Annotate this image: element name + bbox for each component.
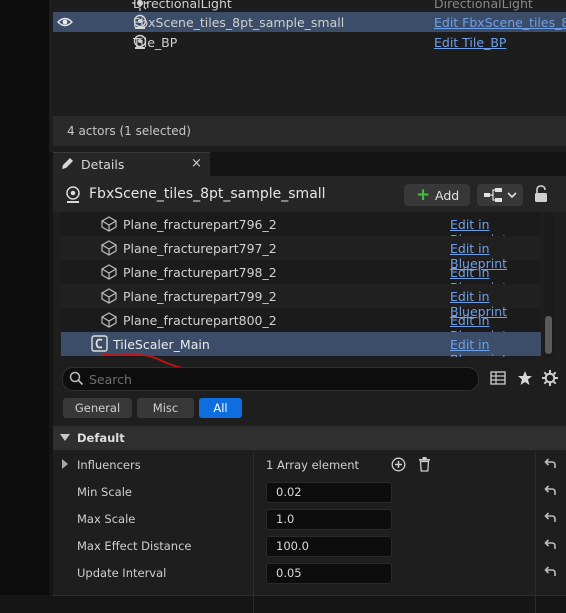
column-divider bbox=[535, 586, 536, 613]
gear-icon[interactable] bbox=[542, 370, 558, 386]
field-value: 100.0 bbox=[276, 539, 309, 553]
property-row-max-scale: Max Scale 1.0 bbox=[53, 505, 566, 533]
section-default[interactable]: Default bbox=[53, 426, 566, 450]
search-icon bbox=[69, 371, 84, 386]
details-header: FbxScene_tiles_8pt_sample_small + Add bbox=[53, 176, 566, 212]
star-icon[interactable] bbox=[517, 370, 533, 386]
component-name: Plane_fracturepart799_2 bbox=[123, 289, 277, 304]
filter-misc[interactable]: Misc bbox=[137, 398, 194, 418]
add-element-icon[interactable] bbox=[391, 457, 406, 472]
chevron-down-icon bbox=[507, 192, 517, 199]
static-mesh-icon bbox=[101, 240, 117, 256]
outliner-row-tile-bp[interactable]: Tile_BP Edit Tile_BP bbox=[53, 32, 566, 52]
collapse-triangle-icon bbox=[60, 434, 70, 441]
property-name: Influencers bbox=[77, 458, 141, 472]
component-row[interactable]: Plane_fracturepart799_2 Edit in Blueprin… bbox=[61, 284, 541, 319]
column-divider bbox=[253, 451, 254, 478]
property-name: Max Effect Distance bbox=[77, 539, 192, 553]
selected-actor-name: FbxScene_tiles_8pt_sample_small bbox=[89, 186, 326, 202]
property-name: Max Scale bbox=[77, 512, 136, 526]
column-divider bbox=[535, 478, 536, 505]
property-value: 1 Array element bbox=[266, 458, 360, 472]
property-row-influencers: Influencers 1 Array element bbox=[53, 451, 566, 479]
reset-arrow-icon[interactable] bbox=[543, 565, 557, 579]
static-mesh-icon bbox=[101, 216, 117, 232]
outliner-item-edit-link[interactable]: Edit FbxScene_tiles_8p bbox=[434, 15, 566, 30]
outliner-row-fbxscene[interactable]: FbxScene_tiles_8pt_sample_small Edit Fbx… bbox=[53, 12, 566, 32]
tab-details[interactable]: Details × bbox=[53, 152, 210, 177]
filter-all[interactable]: All bbox=[199, 398, 242, 418]
edit-in-blueprint-link[interactable]: Edit in Blueprint bbox=[450, 337, 541, 357]
column-divider bbox=[535, 559, 536, 586]
max-scale-field[interactable]: 1.0 bbox=[266, 509, 392, 530]
component-name: Plane_fracturepart800_2 bbox=[123, 313, 277, 328]
static-mesh-icon bbox=[101, 312, 117, 328]
expand-arrow-icon[interactable] bbox=[62, 459, 68, 469]
actor-count-text: 4 actors (1 selected) bbox=[67, 124, 191, 138]
plus-icon: + bbox=[416, 185, 431, 205]
hierarchy-icon bbox=[484, 188, 502, 202]
component-row[interactable]: Plane_fracturepart797_2 Edit in Blueprin… bbox=[61, 236, 541, 271]
outliner-item-name: Tile_BP bbox=[133, 35, 178, 50]
scrollbar-thumb[interactable] bbox=[545, 316, 552, 354]
column-divider bbox=[253, 532, 254, 559]
table-view-icon[interactable] bbox=[490, 370, 506, 386]
filter-general[interactable]: General bbox=[63, 398, 132, 418]
component-name: Plane_fracturepart796_2 bbox=[123, 217, 277, 232]
tab-close-button[interactable]: × bbox=[191, 156, 202, 171]
outliner-item-edit-link[interactable]: Edit Tile_BP bbox=[434, 35, 506, 50]
column-divider bbox=[535, 451, 536, 478]
add-button-label: Add bbox=[435, 188, 460, 203]
property-row-max-effect-distance: Max Effect Distance 100.0 bbox=[53, 532, 566, 560]
component-name: Plane_fracturepart798_2 bbox=[123, 265, 277, 280]
outliner-item-name: FbxScene_tiles_8pt_sample_small bbox=[133, 15, 345, 30]
property-row-update-interval: Update Interval 0.05 bbox=[53, 559, 566, 587]
update-interval-field[interactable]: 0.05 bbox=[266, 563, 392, 584]
column-divider bbox=[535, 505, 536, 532]
outliner-status-bar: 4 actors (1 selected) bbox=[53, 116, 566, 146]
static-mesh-icon bbox=[101, 264, 117, 280]
component-name: Plane_fracturepart797_2 bbox=[123, 241, 277, 256]
outliner-item-type: DirectionalLight bbox=[434, 0, 533, 11]
property-name: Update Interval bbox=[77, 566, 167, 580]
lock-icon[interactable] bbox=[533, 185, 549, 203]
column-divider bbox=[253, 505, 254, 532]
component-row[interactable]: Plane_fracturepart798_2 Edit in Blueprin… bbox=[61, 260, 541, 295]
left-panel-edge bbox=[0, 0, 49, 595]
tab-label: Details bbox=[81, 157, 125, 172]
section-title: Default bbox=[77, 431, 125, 445]
component-row[interactable]: Plane_fracturepart800_2 Edit in Blueprin… bbox=[61, 308, 541, 343]
column-divider bbox=[253, 478, 254, 505]
pencil-icon bbox=[62, 158, 73, 169]
column-divider bbox=[535, 532, 536, 559]
trash-icon[interactable] bbox=[418, 457, 431, 472]
components-tree: Plane_fracturepart796_2 Edit in Blueprin… bbox=[61, 212, 541, 357]
field-value: 0.05 bbox=[276, 566, 302, 580]
reset-arrow-icon[interactable] bbox=[543, 484, 557, 498]
static-mesh-icon bbox=[101, 288, 117, 304]
max-effect-distance-field[interactable]: 100.0 bbox=[266, 536, 392, 557]
column-divider bbox=[253, 559, 254, 586]
outliner-item-name: DirectionalLight bbox=[133, 0, 232, 11]
blueprint-options-button[interactable] bbox=[477, 184, 523, 206]
eye-icon[interactable] bbox=[57, 15, 73, 29]
search-input[interactable] bbox=[87, 369, 471, 389]
reset-arrow-icon[interactable] bbox=[543, 511, 557, 525]
add-component-button[interactable]: + Add bbox=[404, 184, 470, 206]
property-name: Min Scale bbox=[77, 485, 133, 499]
details-search-box[interactable] bbox=[62, 367, 479, 391]
reset-arrow-icon[interactable] bbox=[543, 457, 557, 471]
column-divider bbox=[253, 586, 254, 613]
component-row[interactable]: Plane_fracturepart796_2 Edit in Blueprin… bbox=[61, 212, 541, 247]
reset-arrow-icon[interactable] bbox=[543, 538, 557, 552]
actor-icon bbox=[66, 186, 80, 203]
property-row-min-scale: Min Scale 0.02 bbox=[53, 478, 566, 506]
min-scale-field[interactable]: 0.02 bbox=[266, 482, 392, 503]
field-value: 1.0 bbox=[276, 512, 295, 526]
field-value: 0.02 bbox=[276, 485, 302, 499]
